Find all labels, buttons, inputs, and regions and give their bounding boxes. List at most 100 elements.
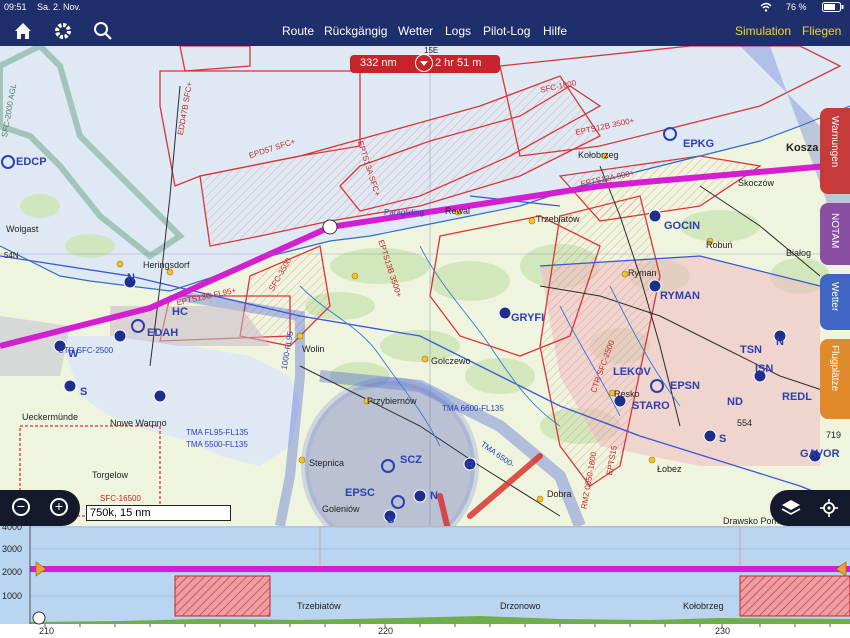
layers-icon[interactable] (780, 497, 804, 519)
label-r: R (466, 460, 474, 472)
label-719: 719 (826, 430, 842, 440)
tab-weather[interactable]: Wetter (820, 274, 850, 330)
label-n3: N (776, 336, 784, 348)
chevron-down-icon[interactable] (415, 54, 433, 72)
profile-alt-2000: 2000 (2, 567, 23, 577)
zoom-in-button[interactable]: + (50, 498, 68, 516)
label-tmafl95: TMA FL95-FL135 (186, 428, 249, 437)
label-ryman-town: Ryman (628, 268, 657, 278)
home-icon[interactable] (12, 20, 36, 42)
battery-icon (822, 2, 844, 14)
label-lekov[interactable]: LEKOV (613, 366, 651, 378)
tab-notam-label: NOTAM (829, 213, 840, 249)
simulation-button[interactable]: Simulation (735, 16, 791, 46)
label-n2: N (430, 490, 438, 502)
label-trzebiatow: Trzebiatów (536, 214, 580, 224)
label-kolobrzeg: Kołobrzeg (578, 150, 619, 160)
nav-undo[interactable]: Rückgängig (324, 16, 387, 46)
label-edcp[interactable]: EDCP (16, 156, 47, 168)
label-staro[interactable]: STARO (632, 400, 670, 412)
label-n1: N (127, 272, 135, 284)
tab-weather-label: Wetter (829, 282, 840, 312)
label-koszalin: Kosza (786, 142, 819, 154)
vertical-profile[interactable]: 4000 3000 2000 1000 210 220 230 Trzebiat… (0, 522, 850, 638)
nav-route[interactable]: Route (282, 16, 314, 46)
label-goleniow: Goleniów (322, 504, 360, 514)
profile-alt-3000: 3000 (2, 544, 23, 554)
label-gocin[interactable]: GOCIN (664, 220, 700, 232)
label-s2: S (387, 514, 395, 526)
map-graphics (0, 46, 850, 526)
label-golczewo: Golczewo (431, 356, 471, 366)
label-przybiernow: Przybiernów (367, 396, 417, 406)
status-bar: 09:51 Sa. 2. Nov. 76 % (0, 0, 850, 16)
label-gavor[interactable]: GAVOR (800, 448, 840, 460)
nav-help[interactable]: Hilfe (543, 16, 567, 46)
label-lobez: Łobez (657, 464, 682, 474)
label-stepnica: Stepnica (309, 458, 345, 468)
label-resko: Resko (614, 389, 640, 399)
label-54n: 54N (4, 251, 19, 260)
label-dobra: Dobra (547, 489, 572, 499)
locate-icon[interactable] (818, 497, 842, 519)
label-nowewarpno: Nowe Warpno (110, 418, 167, 428)
label-s3: S (719, 433, 727, 445)
label-redl[interactable]: REDL (782, 391, 812, 403)
label-epsc[interactable]: EPSC (345, 487, 375, 499)
profile-x-220: 220 (378, 626, 394, 636)
wifi-icon (760, 2, 772, 14)
tab-airfields[interactable]: Flugplätze (820, 339, 850, 419)
label-paragliding: Paragliding (384, 208, 425, 217)
profile-town-kolobrzeg: Kołobrzeg (683, 601, 724, 611)
label-scz[interactable]: SCZ (400, 454, 422, 466)
zoom-out-button[interactable]: − (12, 498, 30, 516)
gear-icon[interactable] (52, 20, 76, 42)
zoom-controls: − + (0, 490, 80, 526)
label-wolgast: Wolgast (6, 224, 39, 234)
tab-notam[interactable]: NOTAM (820, 203, 850, 265)
label-nd: ND (727, 396, 743, 408)
route-summary[interactable]: 332 nm 2 hr 51 m (350, 54, 500, 73)
label-554: 554 (737, 418, 753, 428)
chart-map[interactable]: EDCP Wolgast Heringsdorf EDAH HC N W S U… (0, 46, 850, 526)
route-duration: 2 hr 51 m (435, 57, 482, 69)
profile-town-trzebiatow: Trzebiatów (297, 601, 341, 611)
label-wolin: Wolin (302, 344, 325, 354)
status-battery-text: 76 % (786, 2, 807, 12)
nav-bar: Route Rückgängig Wetter Logs Pilot-Log H… (0, 16, 850, 46)
label-hc[interactable]: HC (172, 306, 188, 318)
label-heringsdorf: Heringsdorf (143, 260, 190, 270)
label-ryman[interactable]: RYMAN (660, 290, 700, 302)
szczecin-lagoon (60, 336, 300, 466)
label-tma6600: TMA 6600-FL135 (442, 404, 504, 413)
map-right-controls (770, 490, 850, 526)
fly-button[interactable]: Fliegen (802, 16, 841, 46)
route-distance: 332 nm (360, 57, 397, 69)
tab-warnings-label: Warnungen (829, 116, 840, 168)
profile-x-210: 210 (39, 626, 55, 636)
label-ueckermuende: Ueckermünde (22, 412, 79, 422)
label-tsn[interactable]: TSN (740, 344, 762, 356)
tab-warnings[interactable]: Warnungen (820, 108, 850, 194)
label-ctr: CTR SFC-2500 (58, 346, 114, 355)
status-time: 09:51 (4, 2, 27, 12)
nav-pilot-log[interactable]: Pilot-Log (483, 16, 530, 46)
label-tma5500: TMA 5500-FL135 (186, 440, 248, 449)
map-scale: 750k, 15 nm (86, 505, 231, 521)
profile-graphics (0, 526, 850, 638)
label-epsn[interactable]: EPSN (670, 380, 700, 392)
label-isn[interactable]: ISN (755, 363, 773, 375)
route-waypoint (322, 219, 338, 235)
label-torgelow: Torgelow (92, 470, 129, 480)
label-epkg[interactable]: EPKG (683, 138, 714, 150)
label-edah[interactable]: EDAH (147, 327, 178, 339)
status-date: Sa. 2. Nov. (37, 2, 81, 12)
label-gryfi[interactable]: GRYFI (511, 312, 544, 324)
label-bialogard: Białog (786, 248, 812, 258)
nav-weather[interactable]: Wetter (398, 16, 433, 46)
profile-x-230: 230 (715, 626, 731, 636)
nav-logs[interactable]: Logs (445, 16, 471, 46)
label-robun: Robuń (706, 240, 733, 250)
search-icon[interactable] (92, 20, 116, 42)
label-s1: S (80, 386, 88, 398)
